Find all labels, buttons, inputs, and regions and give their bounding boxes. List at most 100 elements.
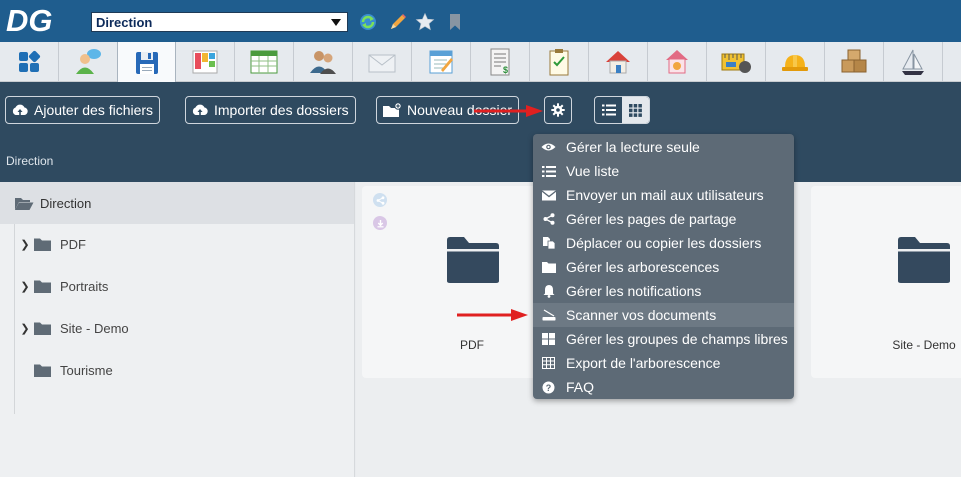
tree-item-label: PDF	[60, 236, 86, 252]
users-chat-icon	[76, 49, 101, 74]
share-icon	[541, 212, 556, 226]
folder-icon	[34, 364, 51, 377]
checklist-icon	[549, 49, 569, 76]
envelope-icon	[541, 188, 556, 202]
menu-item-list-view[interactable]: Vue liste	[533, 159, 794, 183]
module-tab-measures[interactable]	[707, 42, 766, 82]
add-files-label: Ajouter des fichiers	[34, 102, 154, 118]
module-tab-stock[interactable]	[825, 42, 884, 82]
chevron-right-icon[interactable]: ❯	[20, 322, 30, 335]
star-icon[interactable]	[415, 12, 435, 32]
module-tab-dashboard[interactable]	[0, 42, 59, 82]
import-folders-label: Importer des dossiers	[214, 102, 349, 118]
folder-plus-icon	[383, 102, 402, 117]
directory-select-value: Direction	[96, 15, 153, 30]
dropdown-arrow-icon	[331, 19, 341, 26]
tree-root-label: Direction	[40, 195, 92, 211]
kanban-board-icon	[192, 50, 218, 74]
grid-view-button[interactable]	[622, 97, 649, 123]
tree-item-label: Site - Demo	[60, 320, 129, 336]
document-toolbar: Ajouter des fichiers Importer des dossie…	[0, 82, 961, 182]
menu-item-label: Vue liste	[566, 163, 620, 179]
settings-dropdown-menu: Gérer la lecture seule Vue liste Envoyer…	[533, 134, 794, 399]
module-tab-home-services[interactable]	[648, 42, 707, 82]
module-tab-documents[interactable]	[117, 42, 176, 83]
share-icon[interactable]	[373, 193, 387, 207]
module-tab-spreadsheet[interactable]	[235, 42, 294, 82]
module-tab-kanban[interactable]	[176, 42, 235, 82]
menu-item-send-mail[interactable]: Envoyer un mail aux utilisateurs	[533, 183, 794, 207]
invoice-icon: $	[490, 48, 510, 76]
table-export-icon	[541, 356, 556, 370]
folder-card-site-demo[interactable]: Site - Demo	[811, 186, 961, 378]
module-tab-construction[interactable]	[766, 42, 825, 82]
module-tab-tasks[interactable]	[530, 42, 589, 82]
menu-item-label: Gérer la lecture seule	[566, 139, 700, 155]
module-tabs: $	[0, 42, 961, 83]
cloud-upload-icon	[192, 104, 208, 115]
breadcrumb[interactable]: Direction	[6, 154, 53, 168]
logo-text: DG	[6, 4, 53, 36]
tree-item-pdf[interactable]: ❯ PDF	[20, 233, 86, 255]
module-tab-mail[interactable]	[353, 42, 412, 82]
folder-icon	[34, 238, 51, 251]
pencil-icon[interactable]	[388, 12, 408, 32]
sailboat-icon	[902, 49, 924, 75]
house-icon	[606, 51, 630, 74]
scanner-icon	[541, 308, 556, 322]
tree-root-direction[interactable]: Direction	[0, 182, 354, 224]
module-tab-contacts[interactable]	[294, 42, 353, 82]
menu-item-label: Gérer les groupes de champs libres	[566, 331, 788, 347]
home-gear-icon	[666, 50, 688, 74]
svg-text:$: $	[503, 65, 508, 75]
gear-icon	[551, 103, 565, 117]
cloud-upload-icon	[12, 104, 28, 115]
module-tab-boats[interactable]	[884, 42, 943, 82]
menu-item-share-pages[interactable]: Gérer les pages de partage	[533, 207, 794, 231]
view-toggle	[594, 96, 650, 124]
import-folders-button[interactable]: Importer des dossiers	[185, 96, 356, 124]
notepad-icon	[429, 50, 453, 74]
menu-item-notifications[interactable]: Gérer les notifications	[533, 279, 794, 303]
menu-item-faq[interactable]: ? FAQ	[533, 375, 794, 399]
list-icon	[601, 104, 616, 116]
fields-grid-icon	[541, 332, 556, 346]
settings-button[interactable]	[544, 96, 572, 124]
directory-select[interactable]: Direction	[91, 12, 348, 32]
menu-item-export-tree[interactable]: Export de l'arborescence	[533, 351, 794, 375]
module-tab-users[interactable]	[59, 42, 118, 82]
menu-item-read-only[interactable]: Gérer la lecture seule	[533, 135, 794, 159]
annotation-arrow-gear	[474, 105, 543, 117]
add-files-button[interactable]: Ajouter des fichiers	[5, 96, 161, 124]
refresh-icon[interactable]	[358, 12, 378, 32]
menu-item-label: Export de l'arborescence	[566, 355, 721, 371]
chevron-right-icon[interactable]: ❯	[20, 280, 30, 293]
menu-item-move-copy[interactable]: Déplacer ou copier les dossiers	[533, 231, 794, 255]
module-tab-invoices[interactable]: $	[471, 42, 530, 82]
menu-item-scan-documents[interactable]: Scanner vos documents	[533, 303, 794, 327]
menu-item-label: Gérer les arborescences	[566, 259, 720, 275]
bookmark-icon[interactable]	[445, 12, 465, 32]
menu-item-label: Envoyer un mail aux utilisateurs	[566, 187, 764, 203]
menu-item-label: FAQ	[566, 379, 595, 395]
question-icon: ?	[541, 380, 556, 394]
menu-item-label: Gérer les notifications	[566, 283, 702, 299]
grid-icon	[629, 103, 642, 117]
list-view-button[interactable]	[595, 97, 622, 123]
module-tab-property[interactable]	[589, 42, 648, 82]
svg-text:?: ?	[546, 383, 552, 393]
top-bar: DG Direction	[0, 0, 961, 42]
menu-item-trees[interactable]: Gérer les arborescences	[533, 255, 794, 279]
tree-item-tourisme[interactable]: Tourisme	[20, 359, 113, 381]
chevron-right-icon[interactable]: ❯	[20, 238, 30, 251]
menu-item-field-groups[interactable]: Gérer les groupes de champs libres	[533, 327, 794, 351]
download-icon[interactable]	[373, 216, 387, 230]
menu-item-label: Gérer les pages de partage	[566, 211, 737, 227]
dg-logo: DG	[6, 4, 53, 36]
module-tab-notes[interactable]	[412, 42, 471, 82]
bell-icon	[541, 284, 556, 298]
list-icon	[541, 164, 556, 178]
tree-item-portraits[interactable]: ❯ Portraits	[20, 275, 108, 297]
open-folder-icon	[15, 197, 34, 210]
tree-item-site-demo[interactable]: ❯ Site - Demo	[20, 317, 129, 339]
